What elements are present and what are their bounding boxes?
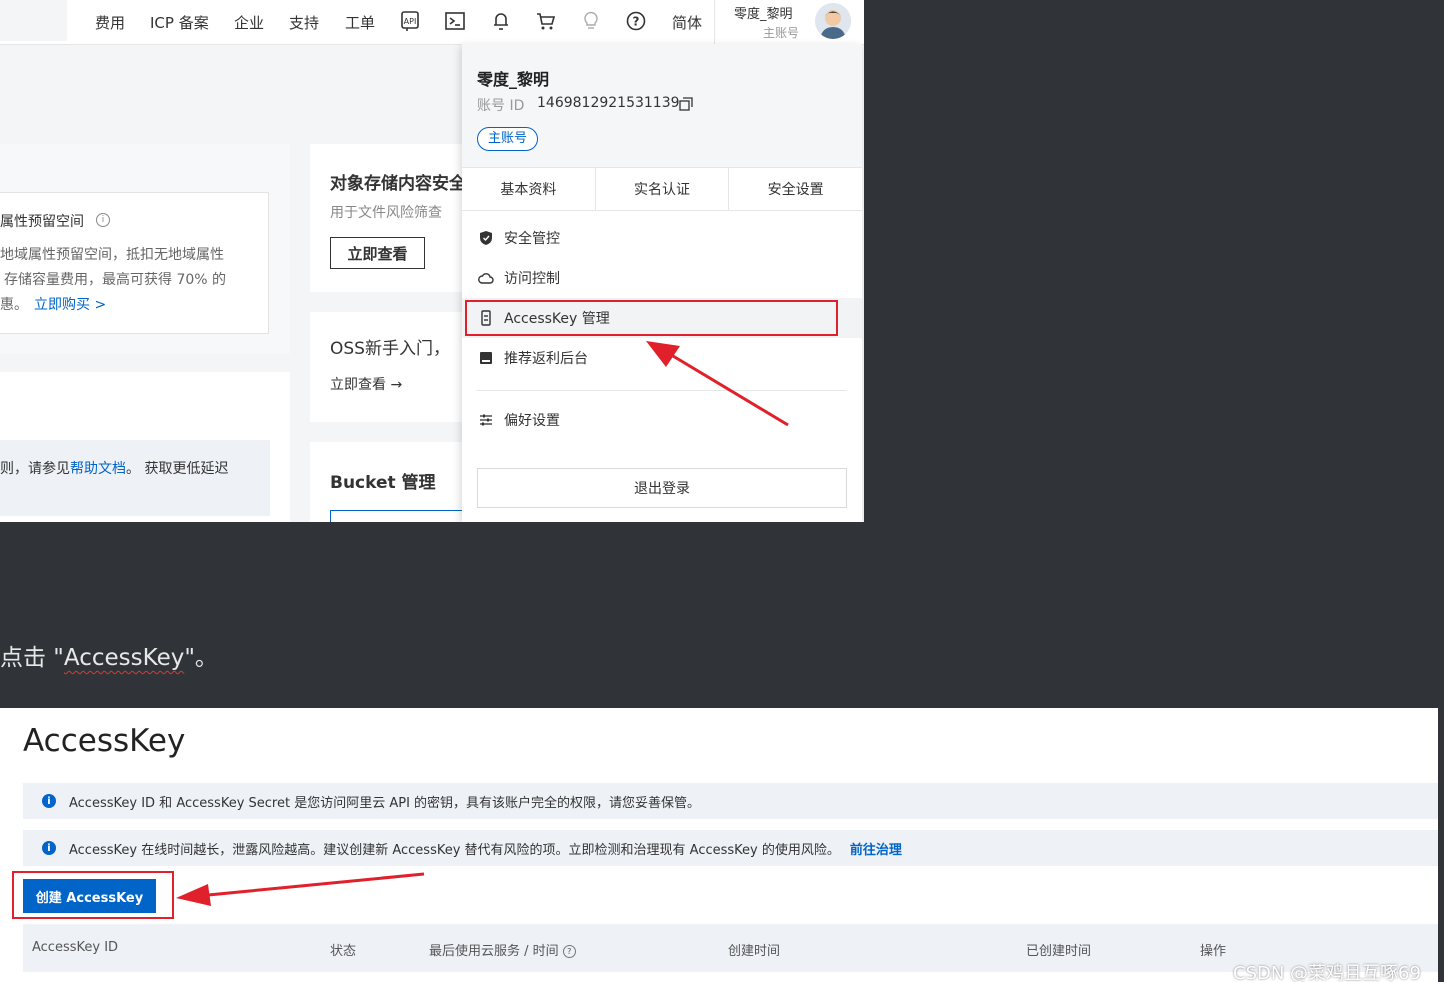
caption-keyword: AccessKey [63, 645, 185, 671]
accesskey-highlight-box [465, 300, 838, 336]
sliders-icon [478, 413, 494, 427]
create-button-highlight-box [12, 871, 174, 919]
help-docs-link[interactable]: 帮助文档 [70, 461, 126, 477]
tab-security-settings[interactable]: 安全设置 [729, 168, 862, 210]
menu-item-label: 偏好设置 [504, 413, 560, 429]
watermark: CSDN @菜鸡且互啄69 [1233, 963, 1421, 982]
account-tabs: 基本资料 实名认证 安全设置 [462, 167, 862, 211]
account-name: 零度_黎明 [477, 70, 550, 89]
reserved-capacity-panel: 属性预留空间 i 地域属性预留空间，抵扣无地域属性 存储容量费用，最高可获得 7… [0, 192, 269, 334]
column-header: 操作 [1200, 944, 1227, 959]
arrow-annotation-icon [646, 341, 789, 427]
info-icon: i [42, 794, 56, 808]
info-icon: i [42, 841, 56, 855]
buy-now-link[interactable]: 立即购买 > [34, 294, 106, 314]
bucket-card: Bucket 管理 [310, 442, 467, 522]
reserved-capacity-line: 惠。 [0, 297, 28, 313]
language-switch[interactable]: 简体 [672, 12, 702, 33]
nav-support[interactable]: 支持 [289, 12, 319, 33]
logout-button[interactable]: 退出登录 [477, 468, 847, 508]
table-header: AccessKey ID 状态 最后使用云服务 / 时间 ? 创建时间 已创建时… [23, 924, 1438, 972]
avatar[interactable] [815, 3, 851, 39]
cart-icon[interactable] [535, 8, 557, 34]
column-header: 创建时间 [728, 944, 781, 959]
nav-icp[interactable]: ICP 备案 [150, 12, 209, 33]
info-icon[interactable]: i [96, 213, 110, 227]
shield-icon [478, 230, 494, 246]
cloud-icon [478, 272, 494, 284]
instruction-caption: 点击 "AccessKey"。 [0, 645, 218, 671]
tab-verification[interactable]: 实名认证 [596, 168, 730, 210]
notice-text: AccessKey ID 和 AccessKey Secret 是您访问阿里云 … [69, 795, 701, 811]
bucket-button-edge[interactable] [330, 510, 467, 522]
reserved-capacity-line: 存储容量费用，最高可获得 70% 的 [4, 272, 227, 288]
help-icon[interactable]: ? [562, 945, 576, 958]
copy-icon[interactable] [679, 96, 693, 115]
content-security-desc: 用于文件风险筛查 [330, 205, 442, 221]
column-header: AccessKey ID [32, 940, 119, 955]
console-screenshot: 费用 ICP 备案 企业 支持 工单 API ? 简体 零度_黎明 主账号 属性… [0, 0, 864, 522]
menu-item-security-control[interactable]: 安全管控 [462, 218, 862, 258]
gift-icon [478, 351, 494, 365]
account-id-value: 1469812921531139 [537, 95, 680, 111]
help-strip: 则，请参见帮助文档。 获取更低延迟 [0, 440, 270, 516]
top-navbar: 费用 ICP 备案 企业 支持 工单 API ? 简体 零度_黎明 主账号 [0, 0, 864, 45]
nav-billing[interactable]: 费用 [95, 12, 125, 33]
view-now-link[interactable]: 立即查看 → [330, 374, 402, 394]
lightbulb-icon[interactable] [580, 8, 602, 34]
account-dropdown: 零度_黎明 账号 ID 1469812921531139 主账号 基本资料 实名… [462, 44, 862, 522]
bell-icon[interactable] [490, 8, 512, 34]
tab-basic-info[interactable]: 基本资料 [462, 168, 596, 210]
account-header: 零度_黎明 账号 ID 1469812921531139 主账号 [462, 44, 862, 167]
reserved-capacity-title: 属性预留空间 [0, 214, 84, 230]
notice-banner: i AccessKey ID 和 AccessKey Secret 是您访问阿里… [23, 783, 1438, 819]
account-id-label: 账号 ID [477, 98, 525, 114]
oss-beginner-title: OSS新手入门， [330, 339, 450, 359]
svg-text:?: ? [633, 15, 640, 29]
page-title: AccessKey [23, 723, 186, 759]
column-header: 最后使用云服务 / 时间 ? [429, 940, 576, 959]
oss-beginner-card: OSS新手入门， 立即查看 → [310, 312, 465, 422]
view-now-button[interactable]: 立即查看 [330, 237, 425, 269]
api-icon[interactable]: API [399, 8, 421, 34]
menu-item-label: 安全管控 [504, 231, 560, 247]
content-security-card: 对象存储内容安全 用于文件风险筛查 立即查看 [310, 144, 466, 292]
user-role: 主账号 [763, 26, 800, 40]
help-text: 则，请参见帮助文档。 获取更低延迟 [0, 461, 229, 477]
notice-text: AccessKey 在线时间越长，泄露风险越高。建议创建新 AccessKey … [69, 842, 840, 858]
accesskey-screenshot: AccessKey i AccessKey ID 和 AccessKey Sec… [0, 708, 1438, 982]
navbar-divider [714, 0, 715, 44]
user-name[interactable]: 零度_黎明 [734, 3, 793, 22]
reserved-capacity-line: 地域属性预留空间，抵扣无地域属性 [0, 247, 224, 263]
menu-item-access-control[interactable]: 访问控制 [462, 258, 862, 298]
svg-text:API: API [404, 17, 417, 26]
menu-item-label: 访问控制 [504, 271, 560, 287]
nav-ticket[interactable]: 工单 [345, 12, 375, 33]
content-security-title: 对象存储内容安全 [330, 174, 466, 194]
nav-enterprise[interactable]: 企业 [234, 12, 264, 33]
terminal-icon[interactable] [444, 8, 466, 34]
notice-banner: i AccessKey 在线时间越长，泄露风险越高。建议创建新 AccessKe… [23, 830, 1438, 866]
help-icon[interactable]: ? [625, 8, 647, 34]
bucket-title: Bucket 管理 [330, 473, 436, 493]
main-account-badge: 主账号 [477, 127, 539, 151]
arrow-annotation-icon [176, 872, 425, 906]
menu-item-label: 推荐返利后台 [504, 351, 588, 367]
column-header: 状态 [330, 944, 357, 959]
column-header: 已创建时间 [1026, 944, 1092, 959]
search-box[interactable] [0, 0, 67, 41]
govern-link[interactable]: 前往治理 [850, 839, 902, 858]
